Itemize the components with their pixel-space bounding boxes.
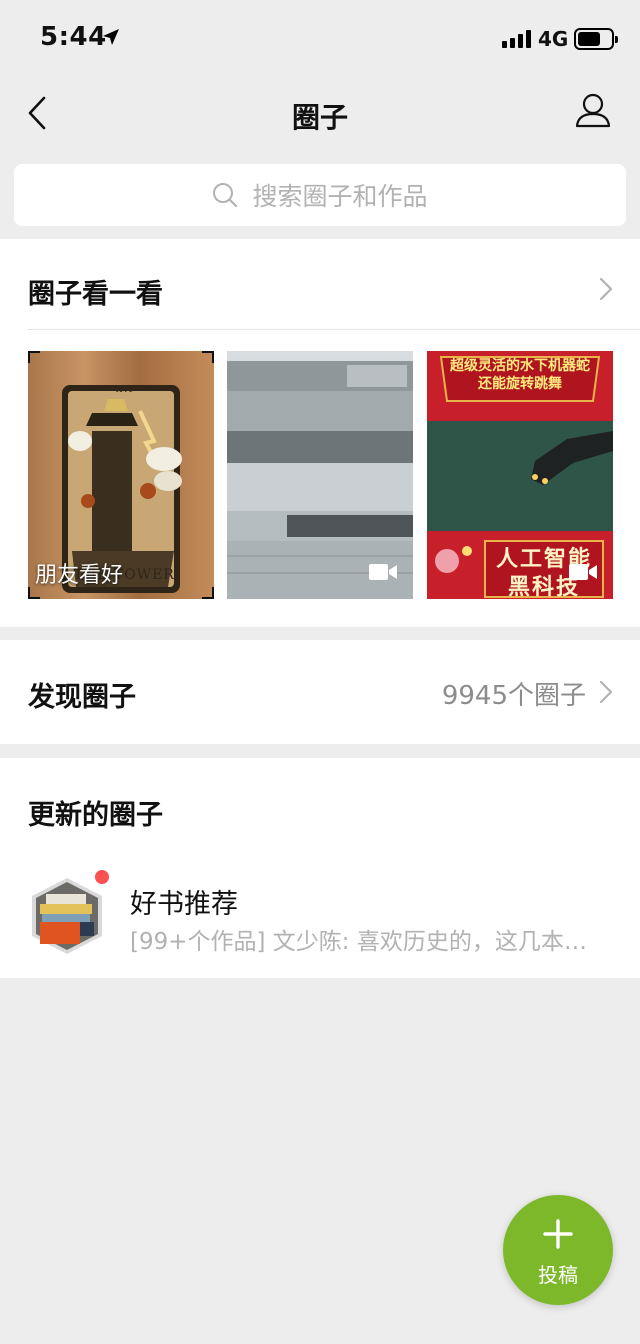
thumbnail-caption: 朋友看好 <box>35 563 124 588</box>
video-camera-icon <box>569 564 597 580</box>
ship-image <box>227 351 413 599</box>
status-bar: 5:44 4G <box>0 0 640 80</box>
circle-avatar <box>32 878 102 954</box>
watch-section-title[interactable]: 圈子看一看 <box>28 272 163 311</box>
list-item[interactable]: 好书推荐 [99+个作品] 文少陈: 喜欢历史的，这几本… <box>0 856 640 978</box>
page-title: 圈子 <box>291 101 348 134</box>
status-time: 5:44 <box>40 22 107 52</box>
circle-preview-text: [99+个作品] 文少陈: 喜欢历史的，这几本… <box>130 929 587 955</box>
video-overlay-line-1: 超级灵活的水下机器蛇 <box>450 358 590 374</box>
search-input[interactable]: 搜索圈子和作品 <box>14 164 626 226</box>
thumbnail-tarot[interactable]: XVI THE TOWER. 朋友看好 <box>28 351 214 599</box>
video-camera-icon <box>369 564 397 580</box>
location-arrow-icon <box>103 29 119 45</box>
watch-section: 圈子看一看 XVI THE TOWER. 朋友看好 超级灵活的水下机器蛇 还能旋… <box>0 239 640 627</box>
search-icon <box>213 183 238 208</box>
chevron-right-icon[interactable] <box>598 276 614 302</box>
divider <box>28 329 640 330</box>
updated-circles-section: 更新的圈子 好书推荐 [99+个作品] 文少陈: 喜欢历史的，这几本… <box>0 758 640 978</box>
profile-icon[interactable] <box>574 92 612 130</box>
updated-section-title: 更新的圈子 <box>28 800 163 831</box>
discover-section-title: 发现圈子 <box>28 682 136 713</box>
plus-icon <box>543 1219 573 1249</box>
signal-strength-icon <box>502 30 531 48</box>
thumbnail-row: XVI THE TOWER. 朋友看好 超级灵活的水下机器蛇 还能旋转跳舞 人工… <box>28 351 614 599</box>
nav-bar: 圈子 <box>0 80 640 146</box>
video-overlay-line-2: 还能旋转跳舞 <box>478 376 562 392</box>
network-type: 4G <box>538 27 569 51</box>
thumbnail-robot-snake-video[interactable]: 超级灵活的水下机器蛇 还能旋转跳舞 人工智能 黑科技 <box>427 351 613 599</box>
unread-badge <box>95 870 109 884</box>
submit-post-button[interactable]: 投稿 <box>503 1195 613 1305</box>
circle-name: 好书推荐 <box>130 889 238 920</box>
tarot-card-number: XVI <box>116 385 133 395</box>
search-placeholder: 搜索圈子和作品 <box>252 182 428 211</box>
thumbnail-ship-video[interactable] <box>227 351 413 599</box>
discover-circles-row[interactable]: 发现圈子 9945个圈子 <box>0 640 640 744</box>
submit-post-label: 投稿 <box>538 1263 578 1287</box>
circle-count: 9945个圈子 <box>441 681 586 711</box>
chevron-right-icon <box>599 680 613 704</box>
battery-icon <box>574 28 618 50</box>
